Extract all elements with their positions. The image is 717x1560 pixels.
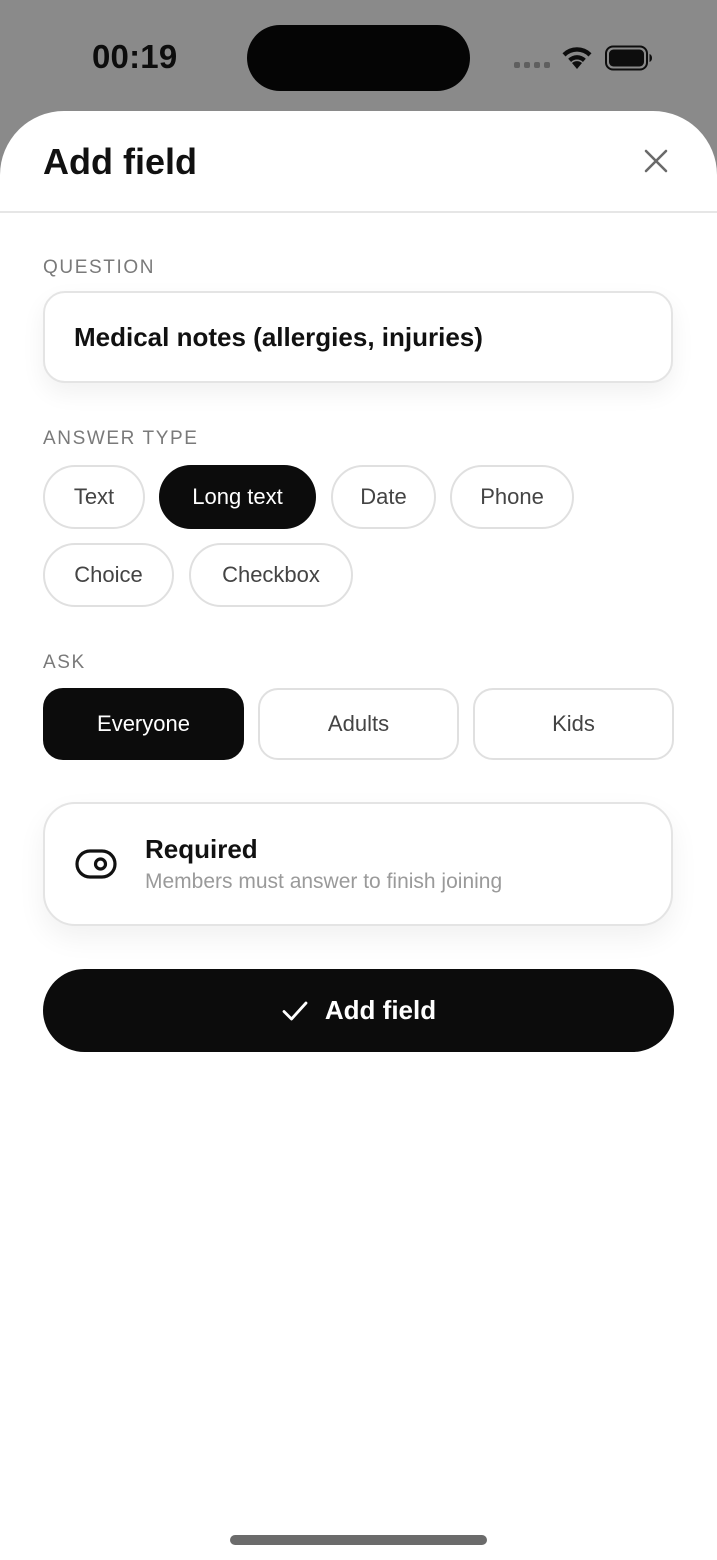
required-title: Required (145, 834, 258, 864)
answer-type-choice-chip[interactable]: Choice (43, 543, 174, 607)
required-toggle-card[interactable]: Required Members must answer to finish j… (43, 802, 673, 926)
ask-everyone-option[interactable]: Everyone (43, 688, 244, 760)
required-subtitle: Members must answer to finish joining (145, 870, 503, 893)
ask-kids-option[interactable]: Kids (473, 688, 674, 760)
sheet-title: Add field (43, 141, 197, 182)
sheet-header: Add field (0, 111, 717, 213)
close-button[interactable] (636, 141, 676, 181)
ask-label: ASK (43, 652, 86, 673)
battery-icon (605, 45, 652, 71)
home-indicator (230, 1535, 487, 1545)
answer-type-label: ANSWER TYPE (43, 428, 199, 449)
status-bar: 00:19 (0, 0, 717, 110)
close-icon (644, 149, 668, 173)
question-value: Medical notes (allergies, injuries) (74, 321, 483, 352)
question-input[interactable]: Medical notes (allergies, injuries) (43, 291, 673, 383)
question-label: QUESTION (43, 257, 156, 278)
add-field-button[interactable]: Add field (43, 969, 674, 1052)
ask-adults-option[interactable]: Adults (258, 688, 459, 760)
check-icon (282, 1001, 308, 1020)
dynamic-island (247, 25, 470, 91)
answer-type-phone-chip[interactable]: Phone (450, 465, 574, 529)
toggle-icon (75, 849, 117, 879)
answer-type-checkbox-chip[interactable]: Checkbox (189, 543, 353, 607)
add-field-button-label: Add field (324, 995, 437, 1025)
answer-type-date-chip[interactable]: Date (331, 465, 436, 529)
cellular-signal-icon (514, 62, 550, 68)
add-field-sheet: Add field QUESTION Medical notes (allerg… (0, 111, 717, 1560)
status-time: 00:19 (92, 38, 178, 75)
answer-type-long-text-chip[interactable]: Long text (159, 465, 316, 529)
wifi-icon (562, 47, 592, 69)
answer-type-text-chip[interactable]: Text (43, 465, 145, 529)
